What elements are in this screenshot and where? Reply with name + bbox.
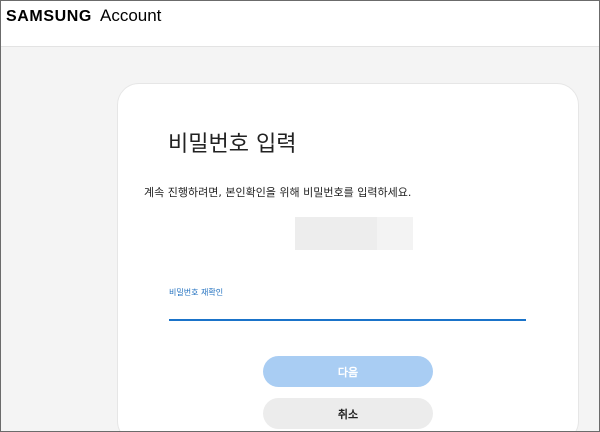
password-input[interactable]	[169, 299, 526, 321]
page-title: 비밀번호 입력	[168, 132, 297, 157]
instruction-text: 계속 진행하려면, 본인확인을 위해 비밀번호를 입력하세요.	[144, 186, 412, 199]
password-entry-card: 비밀번호 입력 계속 진행하려면, 본인확인을 위해 비밀번호를 입력하세요. …	[117, 83, 579, 431]
brand-logo-text: SAMSUNG	[6, 8, 92, 25]
cancel-button[interactable]: 취소	[263, 398, 433, 429]
brand-product-text: Account	[99, 6, 162, 25]
browser-viewport: SAMSUNG Account 비밀번호 입력 계속 진행하려면, 본인확인을 …	[0, 0, 600, 432]
password-field-label: 비밀번호 재확인	[169, 288, 224, 297]
redacted-block	[377, 217, 413, 250]
samsung-account-logo[interactable]: SAMSUNG Account	[6, 6, 161, 28]
redacted-block	[295, 217, 377, 250]
top-header: SAMSUNG Account	[1, 1, 599, 47]
next-button[interactable]: 다음	[263, 356, 433, 387]
masked-account-id	[295, 217, 413, 250]
